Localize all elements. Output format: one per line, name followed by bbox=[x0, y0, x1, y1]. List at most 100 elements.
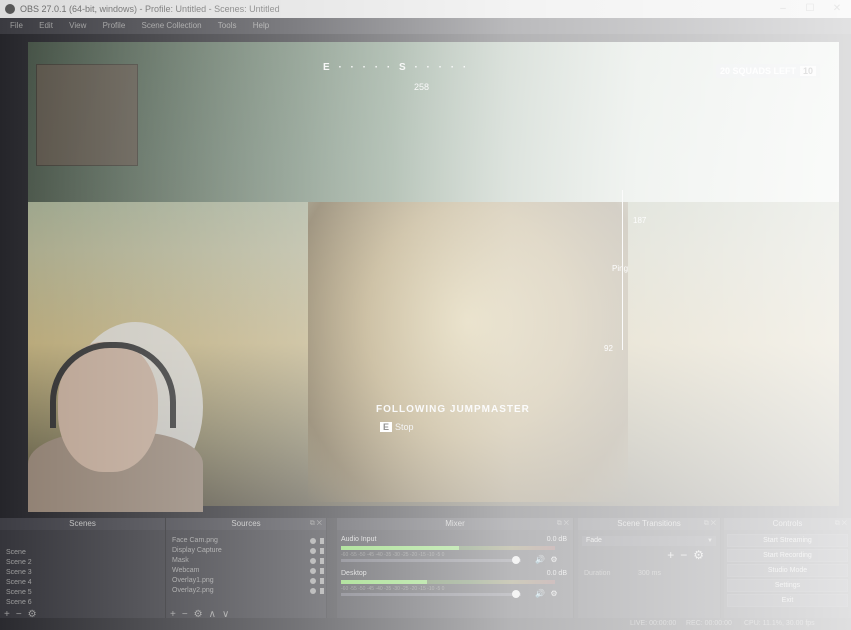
controls-panel: Controls ⧉ ✕ Start Streaming Start Record… bbox=[724, 518, 851, 622]
ping-label: Ping bbox=[612, 264, 629, 273]
volume-slider[interactable] bbox=[341, 556, 521, 564]
source-item[interactable]: Display Capture bbox=[166, 546, 326, 556]
source-label: Face Cam.png bbox=[172, 537, 218, 544]
volume-slider-knob[interactable] bbox=[511, 556, 520, 564]
volume-slider[interactable] bbox=[341, 590, 521, 598]
status-bar: LIVE: 00:00:00 REC: 00:00:00 CPU: 11.1%,… bbox=[0, 618, 851, 630]
source-label: Mask bbox=[172, 557, 189, 564]
scenes-header: Scenes bbox=[0, 518, 165, 530]
live-timer: LIVE: 00:00:00 bbox=[630, 620, 677, 627]
studio-mode-button[interactable]: Studio Mode bbox=[727, 564, 848, 577]
menu-file[interactable]: File bbox=[10, 21, 23, 30]
eye-icon[interactable] bbox=[310, 558, 316, 564]
ping-distance-top: 187 bbox=[633, 216, 647, 225]
scene-item[interactable]: Scene 2 bbox=[0, 558, 165, 568]
squads-left-text: 20 SQUADS LEFT bbox=[720, 66, 797, 76]
scene-item[interactable]: Scene 4 bbox=[0, 578, 165, 588]
lock-icon[interactable] bbox=[320, 548, 324, 554]
duration-value[interactable]: 300 ms bbox=[638, 570, 661, 577]
volume-slider-knob[interactable] bbox=[511, 590, 520, 598]
compass-degrees: 258 bbox=[414, 82, 430, 92]
scenes-panel: Scenes Scene Scene 2 Scene 3 Scene 4 Sce… bbox=[0, 518, 166, 622]
source-label: Webcam bbox=[172, 567, 200, 574]
obs-logo-icon bbox=[5, 4, 15, 14]
speaker-icon[interactable]: 🔊 bbox=[535, 555, 545, 565]
mixer-header: Mixer ⧉ ✕ bbox=[337, 518, 573, 530]
source-item[interactable]: Overlay1.png bbox=[166, 576, 326, 586]
source-item[interactable]: Face Cam.png bbox=[166, 536, 326, 546]
lock-icon[interactable] bbox=[320, 558, 324, 564]
start-recording-button[interactable]: Start Recording bbox=[727, 549, 848, 562]
minimize-button[interactable]: – bbox=[770, 0, 796, 18]
menu-help[interactable]: Help bbox=[253, 21, 269, 30]
meter-ticks: -60 -55 -50 -45 -40 -35 -30 -25 -20 -15 … bbox=[341, 552, 445, 558]
lock-icon[interactable] bbox=[320, 568, 324, 574]
settings-button[interactable]: Settings bbox=[727, 579, 848, 592]
sources-panel: Sources ⧉ ✕ Face Cam.png Display Capture … bbox=[166, 518, 327, 622]
speaker-icon[interactable]: 🔊 bbox=[535, 589, 545, 599]
transitions-header-label: Scene Transitions bbox=[617, 519, 681, 528]
meter-ticks: -60 -55 -50 -45 -40 -35 -30 -25 -20 -15 … bbox=[341, 586, 445, 592]
chevron-down-icon: ▼ bbox=[707, 538, 713, 544]
close-button[interactable]: ✕ bbox=[824, 0, 850, 18]
source-item[interactable]: Webcam bbox=[166, 566, 326, 576]
kills-count: 10 bbox=[800, 66, 817, 76]
eye-icon[interactable] bbox=[310, 548, 316, 554]
menu-view[interactable]: View bbox=[69, 21, 86, 30]
scene-item[interactable]: Scene 6 bbox=[0, 598, 165, 608]
lock-icon[interactable] bbox=[320, 588, 324, 594]
rec-timer: REC: 00:00:00 bbox=[686, 620, 732, 627]
lock-icon[interactable] bbox=[320, 578, 324, 584]
menu-profile[interactable]: Profile bbox=[103, 21, 126, 30]
eye-icon[interactable] bbox=[310, 588, 316, 594]
scene-item[interactable]: Scene bbox=[0, 548, 165, 558]
mixer-track-db: 0.0 dB bbox=[546, 570, 567, 577]
jumpmaster-status: FOLLOWING JUMPMASTER bbox=[376, 404, 530, 415]
mixer-track-audio-input: Audio Input 0.0 dB -60 -55 -50 -45 -40 -… bbox=[337, 536, 573, 570]
menu-scene-collection[interactable]: Scene Collection bbox=[142, 21, 202, 30]
game-terrain bbox=[308, 202, 628, 502]
title-bar: OBS 27.0.1 (64-bit, windows) - Profile: … bbox=[0, 0, 851, 18]
cpu-fps-status: CPU: 11.1%, 30.00 fps bbox=[744, 620, 815, 627]
ping-distance-bottom: 92 bbox=[604, 344, 613, 353]
minimap bbox=[36, 64, 138, 166]
start-streaming-button[interactable]: Start Streaming bbox=[727, 534, 848, 547]
exit-button[interactable]: Exit bbox=[727, 594, 848, 607]
controls-header-label: Controls bbox=[772, 519, 803, 528]
dock-float-icon[interactable]: ⧉ ✕ bbox=[704, 518, 716, 530]
source-item[interactable]: Overlay2.png bbox=[166, 586, 326, 596]
dock-float-icon[interactable]: ⧉ ✕ bbox=[557, 518, 569, 530]
squads-left-badge: 20 SQUADS LEFT 10 bbox=[716, 64, 821, 78]
mixer-header-label: Mixer bbox=[445, 519, 465, 528]
meter-level bbox=[341, 546, 459, 550]
transition-selected: Fade bbox=[586, 537, 602, 544]
audio-mixer-panel: Mixer ⧉ ✕ Audio Input 0.0 dB -60 -55 -50 … bbox=[337, 518, 574, 622]
maximize-button[interactable]: ☐ bbox=[797, 0, 823, 18]
gear-icon[interactable]: ⚙ bbox=[549, 589, 559, 599]
transitions-header: Scene Transitions ⧉ ✕ bbox=[578, 518, 720, 530]
duration-label: Duration bbox=[584, 570, 611, 577]
dock-float-icon[interactable]: ⧉ ✕ bbox=[310, 518, 322, 530]
transition-select[interactable]: Fade ▼ bbox=[582, 536, 716, 546]
volume-meter bbox=[341, 546, 555, 550]
menu-edit[interactable]: Edit bbox=[39, 21, 53, 30]
sources-header-label: Sources bbox=[231, 519, 261, 528]
dock-float-icon[interactable]: ⧉ ✕ bbox=[835, 518, 847, 530]
mixer-track-name: Desktop bbox=[341, 570, 367, 577]
window-title: OBS 27.0.1 (64-bit, windows) - Profile: … bbox=[20, 4, 280, 14]
source-item[interactable]: Mask bbox=[166, 556, 326, 566]
gear-icon[interactable]: ⚙ bbox=[549, 555, 559, 565]
scene-item[interactable]: Scene 3 bbox=[0, 568, 165, 578]
eye-icon[interactable] bbox=[310, 538, 316, 544]
source-label: Overlay2.png bbox=[172, 587, 214, 594]
controls-header: Controls ⧉ ✕ bbox=[724, 518, 851, 530]
jumpmaster-hint-text: Stop bbox=[395, 422, 414, 432]
transition-controls[interactable]: +−⚙ bbox=[667, 548, 710, 562]
menu-tools[interactable]: Tools bbox=[218, 21, 237, 30]
eye-icon[interactable] bbox=[310, 578, 316, 584]
eye-icon[interactable] bbox=[310, 568, 316, 574]
source-label: Overlay1.png bbox=[172, 577, 214, 584]
lock-icon[interactable] bbox=[320, 538, 324, 544]
mixer-track-db: 0.0 dB bbox=[546, 536, 567, 543]
scene-item[interactable]: Scene 5 bbox=[0, 588, 165, 598]
